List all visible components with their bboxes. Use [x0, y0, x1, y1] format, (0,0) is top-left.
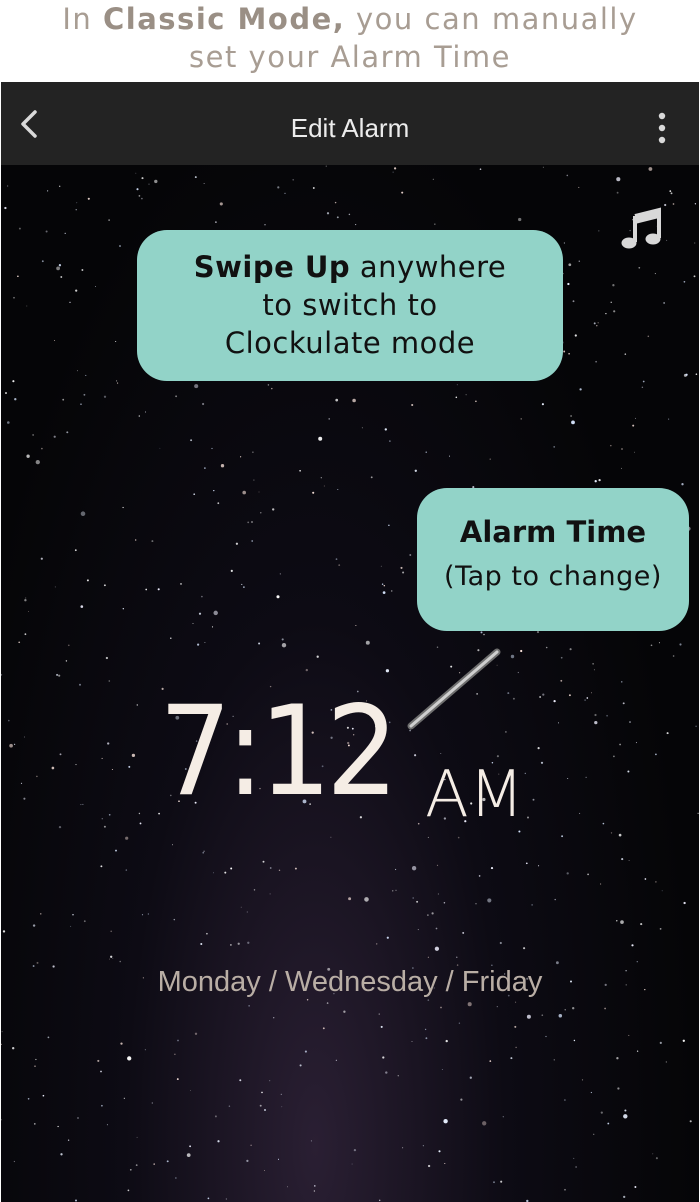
alarm-ampm[interactable]: AM — [425, 758, 524, 832]
alarm-time-hint-bubble: Alarm Time (Tap to change) — [417, 488, 689, 631]
page-title: Edit Alarm — [290, 113, 410, 143]
edit-alarm-screen[interactable]: Edit Alarm Swipe Up anywhere to switch t… — [1, 82, 699, 1202]
music-note-icon[interactable] — [619, 206, 665, 252]
instruction-caption: In Classic Mode, you can manually set yo… — [0, 0, 700, 82]
navigation-bar: Edit Alarm — [1, 82, 699, 165]
alarm-time-value[interactable]: 7:12 — [159, 680, 399, 824]
caption-suffix: you can manually — [345, 2, 638, 36]
caption-line-2: set your Alarm Time — [189, 40, 511, 74]
alarm-hint-title: Alarm Time — [459, 515, 647, 549]
hint-pointer-line — [407, 648, 501, 730]
swipe-hint-line-2: to switch to — [262, 288, 438, 322]
caption-prefix: In — [62, 2, 103, 36]
caption-bold: Classic Mode, — [103, 2, 346, 36]
swipe-hint-line-1: Swipe Up anywhere — [137, 248, 563, 286]
swipe-hint-bold: Swipe Up — [193, 250, 351, 284]
vertical-dots-icon[interactable] — [649, 110, 675, 146]
swipe-hint-line-3: Clockulate mode — [224, 326, 476, 360]
swipe-hint-rest: anywhere — [350, 250, 507, 284]
alarm-repeat-days[interactable]: Monday / Wednesday / Friday — [1, 966, 699, 999]
alarm-hint-subtitle: (Tap to change) — [444, 561, 662, 592]
caption-line-1: In Classic Mode, you can manually — [0, 0, 700, 38]
swipe-up-hint-bubble: Swipe Up anywhere to switch to Clockulat… — [137, 230, 563, 381]
